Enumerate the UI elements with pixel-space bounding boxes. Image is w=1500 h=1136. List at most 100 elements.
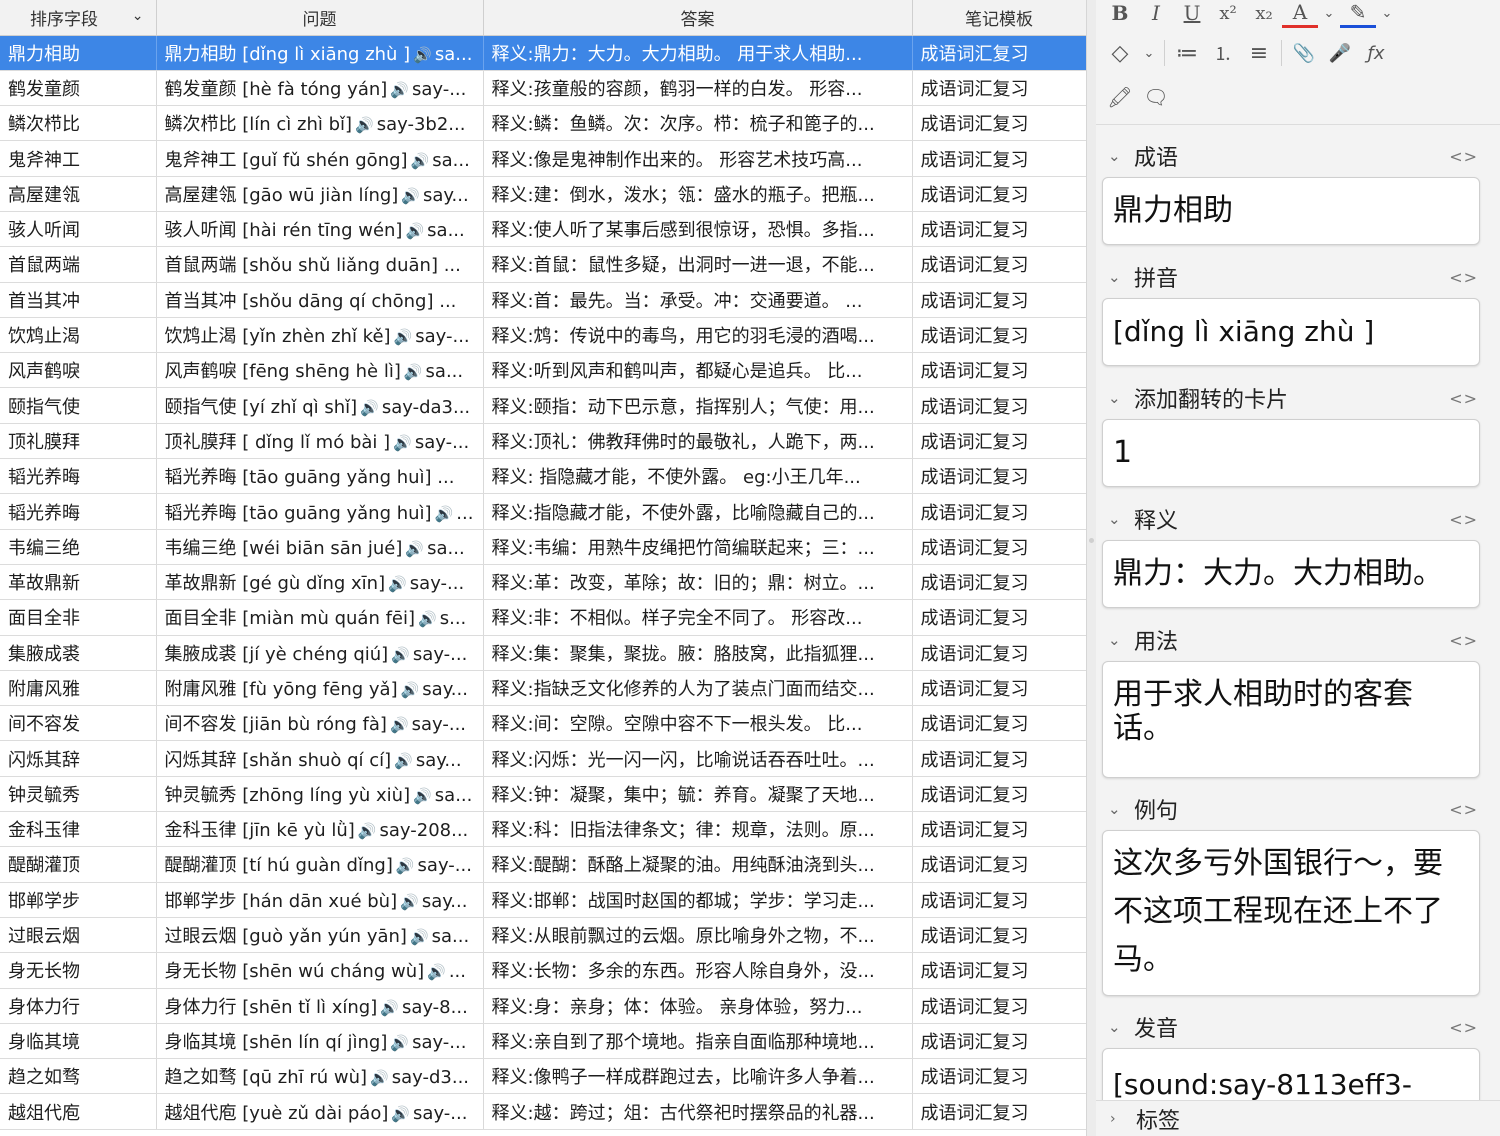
- cell-question[interactable]: 首当其冲 [shǒu dāng qí chōng] ...: [156, 282, 484, 318]
- cell-sort-field[interactable]: 顶礼膜拜: [0, 423, 157, 460]
- cell-answer[interactable]: 释义:长物：多余的东西。形容人除自身外，没...: [483, 952, 913, 989]
- cell-question[interactable]: 身无长物 [shēn wú cháng wù] 🔊...: [156, 952, 484, 989]
- cell-note-template[interactable]: 成语词汇复习: [912, 352, 1087, 389]
- table-row[interactable]: 饮鸩止渴 饮鸩止渴 [yǐn zhèn zhǐ kě] 🔊 say-... 释义:鸩：传…: [0, 317, 1087, 354]
- cell-answer[interactable]: 释义:邯郸：战国时赵国的都城；学步：学习走...: [483, 882, 913, 918]
- cell-sort-field[interactable]: 过眼云烟: [0, 917, 157, 954]
- field-header-pinyin[interactable]: ⌄ 拼音 <>: [1108, 262, 1478, 292]
- table-row[interactable]: 间不容发 间不容发 [jiān bù róng fà] 🔊 say-... 释义:间：空…: [0, 705, 1087, 742]
- cell-sort-field[interactable]: 面目全非: [0, 599, 157, 636]
- cell-sort-field[interactable]: 首鼠两端: [0, 246, 157, 283]
- collapse-chevron-icon[interactable]: ⌄: [1108, 147, 1134, 165]
- cell-sort-field[interactable]: 韬光养晦: [0, 458, 157, 495]
- cell-sort-field[interactable]: 醍醐灌顶: [0, 846, 157, 883]
- table-row[interactable]: 韬光养晦 韬光养晦 [tāo guāng yǎng huì] ... 释义: 指隐藏…: [0, 458, 1087, 495]
- cell-answer[interactable]: 释义:指隐藏才能，不使外露，比喻隐藏自己的...: [483, 493, 913, 530]
- table-row[interactable]: 鹤发童颜 鹤发童颜 [hè fà tóng yán] 🔊 say-... 释义:孩童般的…: [0, 70, 1087, 107]
- addon-button-1[interactable]: 🖍: [1102, 80, 1138, 114]
- collapse-chevron-icon[interactable]: ⌄: [1108, 389, 1134, 407]
- cell-question[interactable]: 邯郸学步 [hán dān xué bù] 🔊 say...: [156, 882, 484, 918]
- cell-answer[interactable]: 释义:科：旧指法律条文；律：规章，法则。原...: [483, 811, 913, 848]
- superscript-button[interactable]: x²: [1210, 0, 1246, 30]
- cell-question[interactable]: 鼎力相助 [dǐng lì xiāng zhù ] 🔊 sa...: [156, 35, 484, 71]
- cell-question[interactable]: 鳞次栉比 [lín cì zhì bǐ] 🔊 say-3b2...: [156, 105, 484, 142]
- field-input-usage[interactable]: 用于求人相助时的客套话。: [1102, 661, 1480, 778]
- field-input-chengyu[interactable]: 鼎力相助: [1102, 177, 1480, 245]
- cell-answer[interactable]: 释义:醍醐：酥酪上凝聚的油。用纯酥油浇到头...: [483, 846, 913, 883]
- cell-note-template[interactable]: 成语词汇复习: [912, 988, 1087, 1024]
- cell-note-template[interactable]: 成语词汇复习: [912, 35, 1087, 71]
- cell-question[interactable]: 间不容发 [jiān bù róng fà] 🔊 say-...: [156, 705, 484, 742]
- font-color-button[interactable]: A: [1282, 0, 1318, 28]
- cell-sort-field[interactable]: 金科玉律: [0, 811, 157, 848]
- cell-sort-field[interactable]: 骇人听闻: [0, 211, 157, 248]
- collapse-chevron-icon[interactable]: ⌄: [1108, 631, 1134, 649]
- pane-splitter[interactable]: [1086, 0, 1096, 1136]
- alignment-button[interactable]: ≡: [1241, 36, 1277, 70]
- italic-button[interactable]: I: [1138, 0, 1174, 30]
- cell-answer[interactable]: 释义:韦编：用熟牛皮绳把竹简编联起来；三：...: [483, 529, 913, 565]
- cell-note-template[interactable]: 成语词汇复习: [912, 705, 1087, 742]
- html-editor-toggle-icon[interactable]: <>: [1449, 510, 1478, 529]
- collapse-chevron-icon[interactable]: ⌄: [1108, 800, 1134, 818]
- field-input-add-reverse[interactable]: 1: [1102, 419, 1480, 487]
- cell-note-template[interactable]: 成语词汇复习: [912, 105, 1087, 142]
- cell-answer[interactable]: 释义:使人听了某事后感到很惊讶，恐惧。多指...: [483, 211, 913, 248]
- cell-answer[interactable]: 释义:钟：凝聚，集中；毓：养育。凝聚了天地...: [483, 776, 913, 813]
- cell-note-template[interactable]: 成语词汇复习: [912, 1058, 1087, 1095]
- table-row[interactable]: 首当其冲 首当其冲 [shǒu dāng qí chōng] ... 释义:首：最先…: [0, 282, 1087, 318]
- table-row[interactable]: 颐指气使 颐指气使 [yí zhǐ qì shǐ] 🔊 say-da3... 释义:颐指…: [0, 387, 1087, 424]
- cell-sort-field[interactable]: 鬼斧神工: [0, 140, 157, 177]
- cell-note-template[interactable]: 成语词汇复习: [912, 458, 1087, 495]
- cell-answer[interactable]: 释义:间：空隙。空隙中容不下一根头发。 比...: [483, 705, 913, 742]
- font-color-dropdown[interactable]: ⌄: [1318, 0, 1340, 30]
- table-row[interactable]: 金科玉律 金科玉律 [jīn kē yù lǜ] 🔊 say-208... 释义:科：旧…: [0, 811, 1087, 848]
- cell-question[interactable]: 首鼠两端 [shǒu shǔ liǎng duān] ...: [156, 246, 484, 283]
- cell-note-template[interactable]: 成语词汇复习: [912, 70, 1087, 107]
- cell-answer[interactable]: 释义:越：跨过；俎：古代祭祀时摆祭品的礼器...: [483, 1093, 913, 1130]
- field-header-add-reverse[interactable]: ⌄ 添加翻转的卡片 <>: [1108, 383, 1478, 413]
- table-row[interactable]: 身体力行 身体力行 [shēn tǐ lì xíng] 🔊 say-8... 释义:身：…: [0, 988, 1087, 1024]
- table-row[interactable]: 鬼斧神工 鬼斧神工 [guǐ fǔ shén gōng] 🔊 sa... 释义:像是鬼神…: [0, 140, 1087, 177]
- field-header-usage[interactable]: ⌄ 用法 <>: [1108, 625, 1478, 655]
- cell-note-template[interactable]: 成语词汇复习: [912, 599, 1087, 636]
- collapse-chevron-icon[interactable]: ⌄: [1108, 510, 1134, 528]
- cell-sort-field[interactable]: 邯郸学步: [0, 882, 157, 918]
- underline-button[interactable]: U: [1174, 0, 1210, 30]
- cell-question[interactable]: 高屋建瓴 [gāo wū jiàn líng] 🔊 say...: [156, 176, 484, 212]
- cell-sort-field[interactable]: 身无长物: [0, 952, 157, 989]
- cell-question[interactable]: 风声鹤唳 [fēng shēng hè lì] 🔊 sa...: [156, 352, 484, 389]
- cell-sort-field[interactable]: 闪烁其辞: [0, 740, 157, 777]
- cell-note-template[interactable]: 成语词汇复习: [912, 564, 1087, 601]
- cell-note-template[interactable]: 成语词汇复习: [912, 1093, 1087, 1130]
- cell-question[interactable]: 身体力行 [shēn tǐ lì xíng] 🔊 say-8...: [156, 988, 484, 1024]
- remove-format-dropdown[interactable]: ⌄: [1138, 36, 1160, 70]
- cell-note-template[interactable]: 成语词汇复习: [912, 387, 1087, 424]
- cell-answer[interactable]: 释义:建：倒水，泼水；瓴：盛水的瓶子。把瓶...: [483, 176, 913, 212]
- field-header-pronunciation[interactable]: ⌄ 发音 <>: [1108, 1012, 1478, 1042]
- field-input-pinyin[interactable]: [dǐng lì xiāng zhù ]: [1102, 298, 1480, 366]
- cell-question[interactable]: 身临其境 [shēn lín qí jìng] 🔊 say-...: [156, 1023, 484, 1060]
- cell-sort-field[interactable]: 高屋建瓴: [0, 176, 157, 212]
- cell-note-template[interactable]: 成语词汇复习: [912, 952, 1087, 989]
- cell-question[interactable]: 钟灵毓秀 [zhōng líng yù xiù] 🔊 sa...: [156, 776, 484, 813]
- cell-sort-field[interactable]: 首当其冲: [0, 282, 157, 318]
- table-row[interactable]: 附庸风雅 附庸风雅 [fù yōng fēng yǎ] 🔊 say... 释义:指缺乏文…: [0, 670, 1087, 707]
- cell-sort-field[interactable]: 间不容发: [0, 705, 157, 742]
- cell-note-template[interactable]: 成语词汇复习: [912, 140, 1087, 177]
- cell-answer[interactable]: 释义:鳞：鱼鳞。次：次序。栉：梳子和篦子的...: [483, 105, 913, 142]
- table-row[interactable]: 身临其境 身临其境 [shēn lín qí jìng] 🔊 say-... 释义:亲自…: [0, 1023, 1087, 1060]
- cell-question[interactable]: 饮鸩止渴 [yǐn zhèn zhǐ kě] 🔊 say-...: [156, 317, 484, 354]
- table-row[interactable]: 趋之如骛 趋之如骛 [qū zhī rú wù] 🔊 say-d3... 释义:像鸭子一…: [0, 1058, 1087, 1095]
- table-row[interactable]: 身无长物 身无长物 [shēn wú cháng wù] 🔊... 释义:长物：多余的…: [0, 952, 1087, 989]
- cell-sort-field[interactable]: 鳞次栉比: [0, 105, 157, 142]
- html-editor-toggle-icon[interactable]: <>: [1449, 631, 1478, 650]
- unordered-list-button[interactable]: ≔: [1169, 36, 1205, 70]
- attach-media-button[interactable]: 📎: [1286, 36, 1322, 70]
- subscript-button[interactable]: x₂: [1246, 0, 1282, 30]
- column-header-question[interactable]: 问题: [156, 0, 484, 36]
- table-row[interactable]: 韬光养晦 韬光养晦 [tāo guāng yǎng huì] 🔊... 释义:指隐藏才…: [0, 493, 1087, 530]
- html-editor-toggle-icon[interactable]: <>: [1449, 268, 1478, 287]
- cell-question[interactable]: 韬光养晦 [tāo guāng yǎng huì] 🔊...: [156, 493, 484, 530]
- eraser-button[interactable]: ◇: [1102, 36, 1138, 70]
